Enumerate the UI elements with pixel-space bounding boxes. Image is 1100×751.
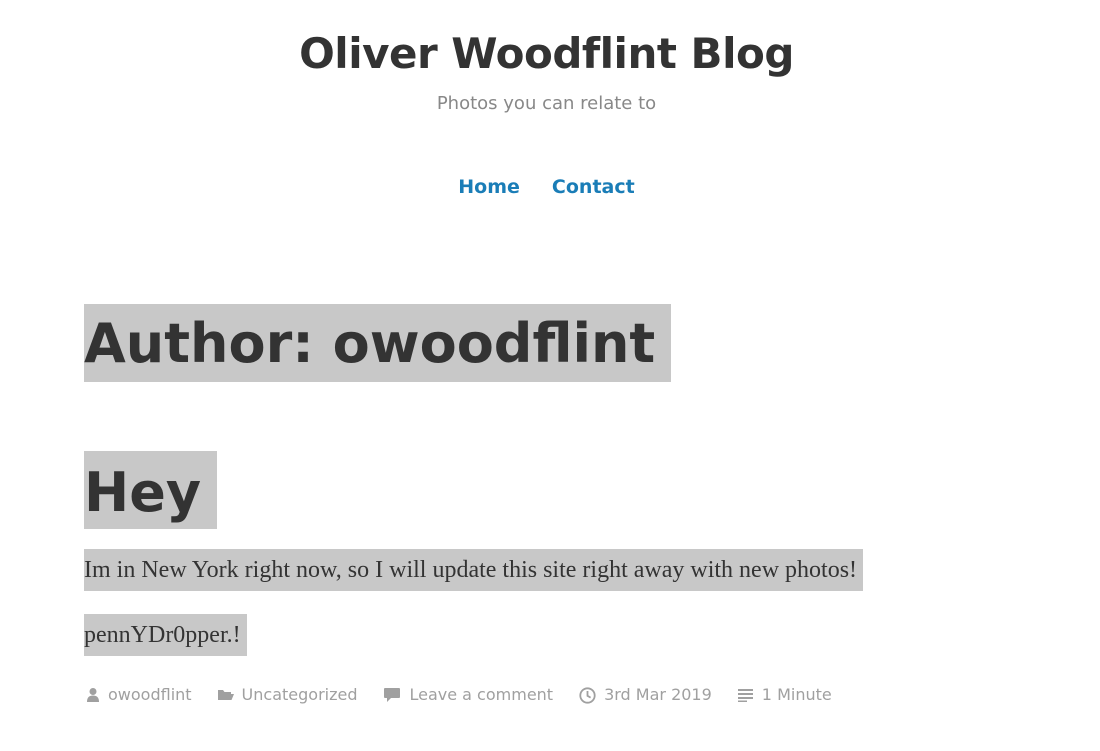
comment-bubble-icon bbox=[384, 688, 401, 702]
meta-comments-link[interactable]: Leave a comment bbox=[409, 683, 553, 707]
archive-title: Author: owoodflint bbox=[84, 304, 672, 382]
site-tagline: Photos you can relate to bbox=[436, 93, 657, 114]
clock-icon bbox=[579, 686, 596, 704]
meta-date: 3rd Mar 2019 bbox=[579, 683, 712, 707]
entry-meta: owoodflint Uncategorized Leave a comment… bbox=[86, 683, 858, 707]
person-icon bbox=[87, 688, 99, 702]
meta-date-link[interactable]: 3rd Mar 2019 bbox=[604, 683, 712, 707]
nav-item-home[interactable]: Home bbox=[458, 172, 520, 202]
meta-reading-time: 1 Minute bbox=[737, 683, 832, 707]
meta-reading-time-label: 1 Minute bbox=[761, 685, 832, 704]
meta-author-link[interactable]: owoodflint bbox=[108, 683, 192, 707]
folder-icon bbox=[217, 690, 234, 700]
site-title[interactable]: Oliver Woodflint Blog bbox=[0, 26, 1093, 82]
meta-comments: Leave a comment bbox=[383, 683, 553, 707]
meta-category-link[interactable]: Uncategorized bbox=[242, 683, 358, 707]
nav-item-contact[interactable]: Contact bbox=[552, 172, 635, 202]
post-title-link[interactable]: Hey bbox=[84, 461, 201, 524]
meta-category: Uncategorized bbox=[217, 683, 358, 707]
post-paragraph: Im in New York right now, so I will upda… bbox=[84, 549, 864, 591]
meta-author: owoodflint bbox=[86, 683, 192, 707]
text-lines-icon bbox=[737, 689, 753, 702]
post-paragraph: pennYDr0pper.! bbox=[84, 614, 247, 656]
post-title: Hey bbox=[84, 451, 218, 529]
main-navigation: Home Contact bbox=[0, 172, 1093, 202]
